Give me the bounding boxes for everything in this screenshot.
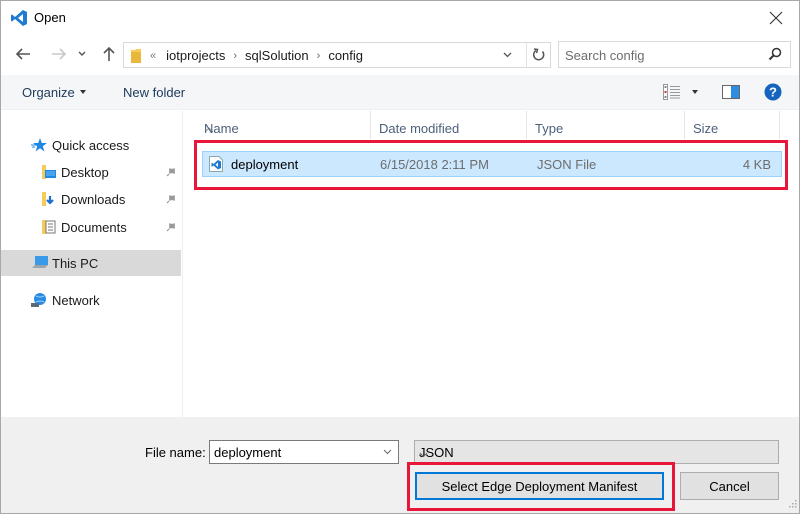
column-header-date-modified[interactable]: Date modified [371,111,527,139]
up-button[interactable] [97,42,121,66]
chevron-down-icon [503,52,511,58]
pin-icon[interactable] [166,165,178,180]
preview-pane-button[interactable] [722,85,740,102]
computer-icon [31,255,48,271]
documents-folder-icon [41,219,58,235]
command-bar: Organize New folder ? [1,75,799,110]
dialog-footer: File name: JSON Select Edge Deployment M… [1,417,799,513]
svg-text:?: ? [769,85,777,100]
search-icon[interactable] [768,47,782,64]
title-bar: Open [1,1,799,35]
chevron-down-icon[interactable] [380,445,394,459]
desktop-folder-icon [41,164,58,180]
sidebar-item-downloads[interactable]: Downloads [1,186,181,212]
back-button[interactable] [11,42,35,66]
sidebar-item-documents[interactable]: Documents [1,214,181,240]
column-header-label: Size [693,121,719,136]
sidebar-item-label: Network [52,293,100,308]
file-date-modified: 6/15/2018 2:11 PM [380,157,489,172]
caret-down-icon [79,89,86,94]
pin-icon[interactable] [166,192,178,207]
refresh-icon [532,48,544,61]
folder-icon [130,48,142,67]
arrow-left-icon [15,48,30,60]
search-box[interactable] [558,41,791,68]
breadcrumb-item[interactable]: iotprojects [166,48,225,63]
help-icon: ? [764,83,782,101]
organize-menu[interactable]: Organize [22,85,86,100]
new-folder-button[interactable]: New folder [123,85,185,100]
chevron-right-icon[interactable]: › [317,50,321,62]
change-view-button[interactable] [663,84,681,103]
preview-pane-icon [722,85,740,99]
select-manifest-button[interactable]: Select Edge Deployment Manifest [415,472,664,500]
address-history-button[interactable] [496,43,518,67]
network-icon [30,292,47,308]
address-bar[interactable]: « iotprojects › sqlSolution › config [123,42,551,68]
resize-grip-icon[interactable] [789,496,797,511]
close-icon [769,11,783,25]
details-view-icon [663,84,680,100]
cancel-button[interactable]: Cancel [680,472,779,500]
file-list: Name Date modified Type Size deployment … [184,111,799,417]
sidebar-item-label: Desktop [61,165,109,180]
chevron-right-icon[interactable]: › [233,50,237,62]
column-header-label: Date modified [379,121,460,136]
caret-down-icon [692,90,698,94]
downloads-folder-icon [41,191,58,207]
file-row[interactable]: deployment 6/15/2018 2:11 PM JSON File 4… [202,151,782,177]
chevron-down-icon [78,51,86,56]
sidebar-item-label: Quick access [52,138,130,153]
column-header-type[interactable]: Type [527,111,685,139]
pin-icon[interactable] [166,220,178,235]
vscode-icon [10,9,28,27]
column-header-label: Type [535,121,564,136]
sidebar-item-label: Downloads [61,192,126,207]
close-button[interactable] [759,4,793,32]
breadcrumb-overflow[interactable]: « [150,50,156,62]
organize-label: Organize [22,85,75,100]
sidebar-item-this-pc[interactable]: This PC [1,250,181,276]
sidebar-item-label: This PC [52,256,99,271]
sidebar-item-quick-access[interactable]: Quick access [1,132,181,158]
breadcrumb: « iotprojects › sqlSolution › config [150,48,363,63]
sidebar-item-desktop[interactable]: Desktop [1,159,181,185]
chevron-down-icon [419,446,772,461]
search-input[interactable] [565,46,755,64]
open-file-dialog: Open « iotprojects › sqlSolution › confi… [0,0,800,514]
breadcrumb-item[interactable]: config [328,48,363,63]
column-header-name[interactable]: Name [196,111,371,139]
refresh-button[interactable] [526,43,550,67]
forward-button[interactable] [47,42,71,66]
file-name-input[interactable] [214,444,374,460]
help-button[interactable]: ? [764,83,782,104]
file-name-combobox[interactable] [209,440,399,464]
file-name-label: File name: [145,445,206,460]
breadcrumb-item[interactable]: sqlSolution [245,48,309,63]
recent-locations-button[interactable] [75,42,89,66]
file-size: 4 KB [742,157,771,172]
window-title: Open [34,10,66,25]
column-header-label: Name [204,121,239,136]
vscode-json-file-icon [209,156,223,175]
column-header-size[interactable]: Size [685,111,780,139]
sidebar-item-network[interactable]: Network [1,287,181,313]
star-icon [31,137,48,153]
file-type-select[interactable]: JSON [414,440,779,464]
arrow-right-icon [52,48,67,60]
view-options-dropdown[interactable] [689,85,701,99]
navigation-bar: « iotprojects › sqlSolution › config [1,39,799,71]
sidebar-item-label: Documents [61,220,127,235]
file-type: JSON File [537,157,597,172]
arrow-up-icon [103,46,115,61]
file-name: deployment [231,157,299,172]
navigation-pane: Quick access Desktop Downloads Documents… [1,111,183,417]
